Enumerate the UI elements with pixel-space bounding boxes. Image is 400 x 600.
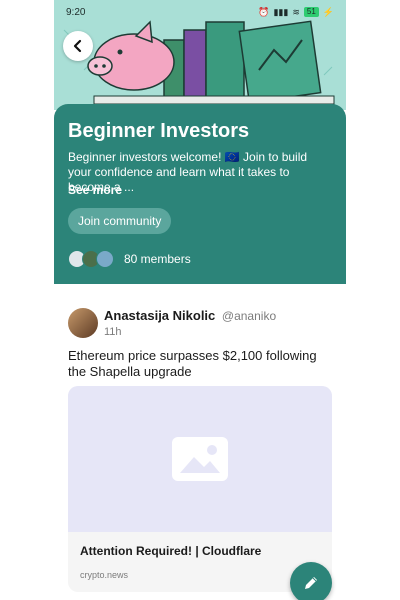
compose-button[interactable] [290, 562, 332, 600]
back-button[interactable] [63, 31, 93, 61]
author-meta: Anastasija Nikolic @ananiko 11h [104, 308, 276, 338]
charging-icon: ⚡ [322, 6, 334, 17]
post-timestamp: 11h [104, 326, 122, 338]
link-title[interactable]: Attention Required! | Cloudflare [80, 544, 261, 558]
members-row[interactable]: 80 members [68, 250, 191, 268]
wifi-icon: ≋ [292, 6, 300, 17]
post-text: Ethereum price surpasses $2,100 followin… [68, 348, 317, 379]
alarm-icon: ⏰ [258, 6, 270, 17]
status-time: 9:20 [66, 6, 86, 18]
members-count: 80 members [124, 252, 191, 266]
link-preview-image [68, 386, 332, 532]
status-icons: ⏰ ▮▮▮ ≋ 51 ⚡ [258, 7, 334, 18]
community-banner: 9:20 ⏰ ▮▮▮ ≋ 51 ⚡ [54, 0, 346, 110]
author-name[interactable]: Anastasija Nikolic [104, 308, 215, 323]
see-more-link[interactable]: See more [68, 183, 122, 197]
screen: 9:20 ⏰ ▮▮▮ ≋ 51 ⚡ Beginner Investors Beg… [54, 0, 346, 600]
community-card: Beginner Investors Beginner investors we… [54, 104, 346, 284]
image-icon [172, 437, 228, 481]
pencil-icon [305, 577, 317, 589]
arrow-left-icon [73, 39, 82, 53]
link-domain: crypto.news [80, 570, 129, 580]
author-line: Anastasija Nikolic @ananiko [104, 308, 276, 323]
post-author[interactable]: Anastasija Nikolic @ananiko 11h [68, 308, 276, 338]
battery-icon: 51 [303, 7, 319, 17]
author-handle: @ananiko [221, 309, 277, 323]
member-avatar [96, 250, 114, 268]
member-avatars [68, 250, 120, 268]
signal-icon: ▮▮▮ [273, 6, 289, 17]
link-preview-card[interactable]: Attention Required! | Cloudflare crypto.… [68, 386, 332, 592]
community-title: Beginner Investors [68, 120, 250, 142]
join-community-button[interactable]: Join community [68, 208, 172, 234]
status-bar: 9:20 ⏰ ▮▮▮ ≋ 51 ⚡ [54, 0, 346, 24]
avatar[interactable] [68, 308, 98, 338]
